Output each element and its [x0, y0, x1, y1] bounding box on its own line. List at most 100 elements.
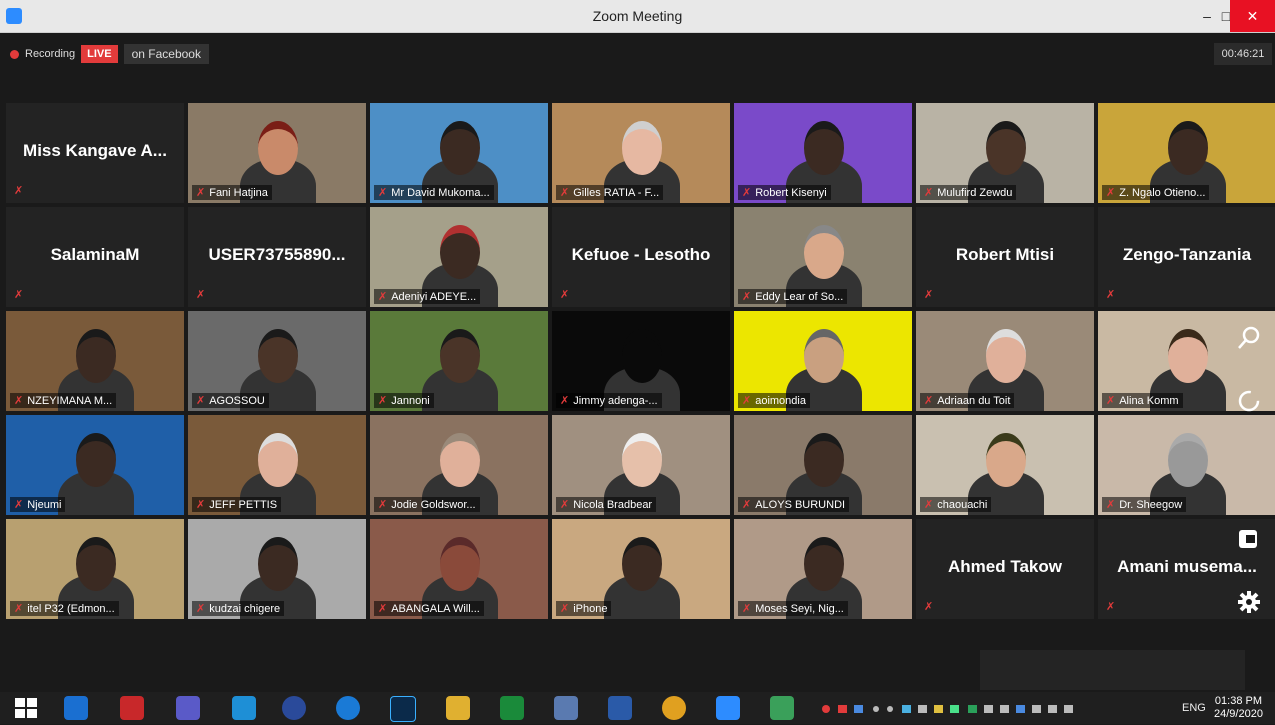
participant-head: [622, 121, 662, 175]
participant-name-tag: ✗ Moses Seyi, Nig...: [738, 601, 848, 616]
app-icon-blue[interactable]: [554, 696, 578, 720]
microphone-muted-icon: ✗: [560, 289, 570, 301]
participant-tile[interactable]: Kefuoe - Lesotho ✗: [552, 207, 730, 307]
microphone-muted-icon: ✗: [924, 289, 934, 301]
taskbar-clock[interactable]: 01:38 PM 24/9/2020: [1214, 695, 1263, 721]
microphone-muted-icon: ✗: [196, 603, 206, 615]
participant-name-tag: ✗ kudzai chigere: [192, 601, 285, 616]
clock-app-icon[interactable]: [336, 696, 360, 720]
participant-tile[interactable]: Ahmed Takow ✗: [916, 519, 1094, 619]
close-button[interactable]: ✕: [1230, 0, 1275, 32]
participant-tile[interactable]: Zengo-Tanzania ✗: [1098, 207, 1275, 307]
participant-tile[interactable]: ✗ Gilles RATIA - F...: [552, 103, 730, 203]
participant-tile[interactable]: ✗ Mulufird Zewdu: [916, 103, 1094, 203]
participant-tile[interactable]: ✗ Fani Hatjina: [188, 103, 366, 203]
microphone-muted-icon: ✗: [378, 603, 388, 615]
participant-tile[interactable]: ✗ JEFF PETTIS: [188, 415, 366, 515]
participant-name: SalaminaM: [50, 245, 140, 264]
participant-name: ABANGALA Will...: [391, 603, 480, 615]
file-explorer-icon[interactable]: [446, 696, 470, 720]
participant-head: [1168, 329, 1208, 383]
participant-head: [258, 537, 298, 591]
participant-tile[interactable]: ✗ Eddy Lear of So...: [734, 207, 912, 307]
participant-head: [440, 225, 480, 279]
participant-tile[interactable]: ✗ iPhone: [552, 519, 730, 619]
participant-tile[interactable]: ✗ AGOSSOU: [188, 311, 366, 411]
participant-name: Nicola Bradbear: [573, 499, 653, 511]
participant-name-tag: ✗ Jannoni: [374, 393, 434, 408]
teams-icon[interactable]: [176, 696, 200, 720]
participant-tile[interactable]: ✗ Jimmy adenga-...: [552, 311, 730, 411]
participant-tile[interactable]: USER73755890... ✗: [188, 207, 366, 307]
participant-name: Mr David Mukoma...: [391, 187, 490, 199]
chrome-icon[interactable]: [662, 696, 686, 720]
gear-icon[interactable]: [1236, 589, 1262, 621]
participant-tile[interactable]: ✗ Robert Kisenyi: [734, 103, 912, 203]
participant-tile[interactable]: ✗ Dr. Sheegow: [1098, 415, 1275, 515]
app-icon-red[interactable]: [120, 696, 144, 720]
photoshop-icon[interactable]: [390, 696, 416, 722]
participant-tile[interactable]: SalaminaM ✗: [6, 207, 184, 307]
participant-tile[interactable]: ✗ Jannoni: [370, 311, 548, 411]
word-icon[interactable]: [608, 696, 632, 720]
participant-tile[interactable]: ✗ Adeniyi ADEYE...: [370, 207, 548, 307]
edge-icon[interactable]: [64, 696, 88, 720]
live-badge[interactable]: LIVE: [81, 45, 118, 63]
participant-head: [804, 433, 844, 487]
participant-tile[interactable]: ✗ Njeumi: [6, 415, 184, 515]
participant-name-tag: ✗ iPhone: [556, 601, 612, 616]
calculator-icon[interactable]: [500, 696, 524, 720]
participant-head: [76, 537, 116, 591]
leave-icon[interactable]: [1236, 527, 1260, 557]
participant-tile[interactable]: ✗ Moses Seyi, Nig...: [734, 519, 912, 619]
participant-head: [622, 433, 662, 487]
microphone-muted-icon: ✗: [196, 289, 206, 301]
participant-name: Alina Komm: [1119, 395, 1179, 407]
participant-head: [76, 433, 116, 487]
system-tray-icons[interactable]: [820, 702, 1165, 719]
participant-tile[interactable]: ✗ Z. Ngalo Otieno...: [1098, 103, 1275, 203]
participant-tile[interactable]: ✗ chaouachi: [916, 415, 1094, 515]
participant-tile[interactable]: ✗ kudzai chigere: [188, 519, 366, 619]
participant-tile[interactable]: ✗ ALOYS BURUNDI: [734, 415, 912, 515]
participant-name-tag: ✗ Njeumi: [10, 497, 66, 512]
live-platform[interactable]: on Facebook: [123, 44, 209, 64]
participant-name: JEFF PETTIS: [209, 499, 278, 511]
participant-name: Eddy Lear of So...: [755, 291, 844, 303]
participant-tile[interactable]: ✗ itel P32 (Edmon...: [6, 519, 184, 619]
participant-name-tag: ✗ Jimmy adenga-...: [556, 393, 662, 408]
language-app-icon[interactable]: [282, 696, 306, 720]
participant-name: Amani musema...: [1117, 557, 1257, 576]
refresh-icon[interactable]: [1236, 388, 1262, 420]
participant-tile[interactable]: Miss Kangave A... ✗: [6, 103, 184, 203]
participant-head: [76, 329, 116, 383]
participant-tile[interactable]: Robert Mtisi ✗: [916, 207, 1094, 307]
search-icon[interactable]: [1236, 325, 1262, 357]
microphone-muted-icon: ✗: [1106, 187, 1116, 199]
app-icon-green[interactable]: [770, 696, 794, 720]
participant-head: [622, 537, 662, 591]
participant-tile[interactable]: ✗ Nicola Bradbear: [552, 415, 730, 515]
microphone-muted-icon: ✗: [14, 395, 24, 407]
participant-head: [258, 433, 298, 487]
microphone-muted-icon: ✗: [1106, 499, 1116, 511]
participant-head: [440, 433, 480, 487]
participant-name: ALOYS BURUNDI: [755, 499, 846, 511]
participant-tile[interactable]: ✗ NZEYIMANA M...: [6, 311, 184, 411]
participant-tile[interactable]: ✗ Jodie Goldswor...: [370, 415, 548, 515]
zoom-taskbar-icon[interactable]: [716, 696, 740, 720]
participant-tile[interactable]: ✗ ABANGALA Will...: [370, 519, 548, 619]
input-language[interactable]: ENG: [1182, 702, 1206, 714]
participant-tile[interactable]: ✗ Mr David Mukoma...: [370, 103, 548, 203]
windows-start-icon[interactable]: [14, 696, 38, 720]
title-bar: Zoom Meeting – □ ✕: [0, 0, 1275, 33]
recording-indicator[interactable]: Recording LIVE on Facebook: [10, 43, 209, 65]
skype-icon[interactable]: [232, 696, 256, 720]
clock-time: 01:38 PM: [1214, 695, 1263, 707]
participant-head: [622, 329, 662, 383]
participant-name: USER73755890...: [208, 245, 346, 264]
participant-name-tag: ✗ Mulufird Zewdu: [920, 185, 1017, 200]
participant-tile[interactable]: ✗ aoimondia: [734, 311, 912, 411]
participant-head: [1168, 121, 1208, 175]
participant-tile[interactable]: ✗ Adriaan du Toit: [916, 311, 1094, 411]
